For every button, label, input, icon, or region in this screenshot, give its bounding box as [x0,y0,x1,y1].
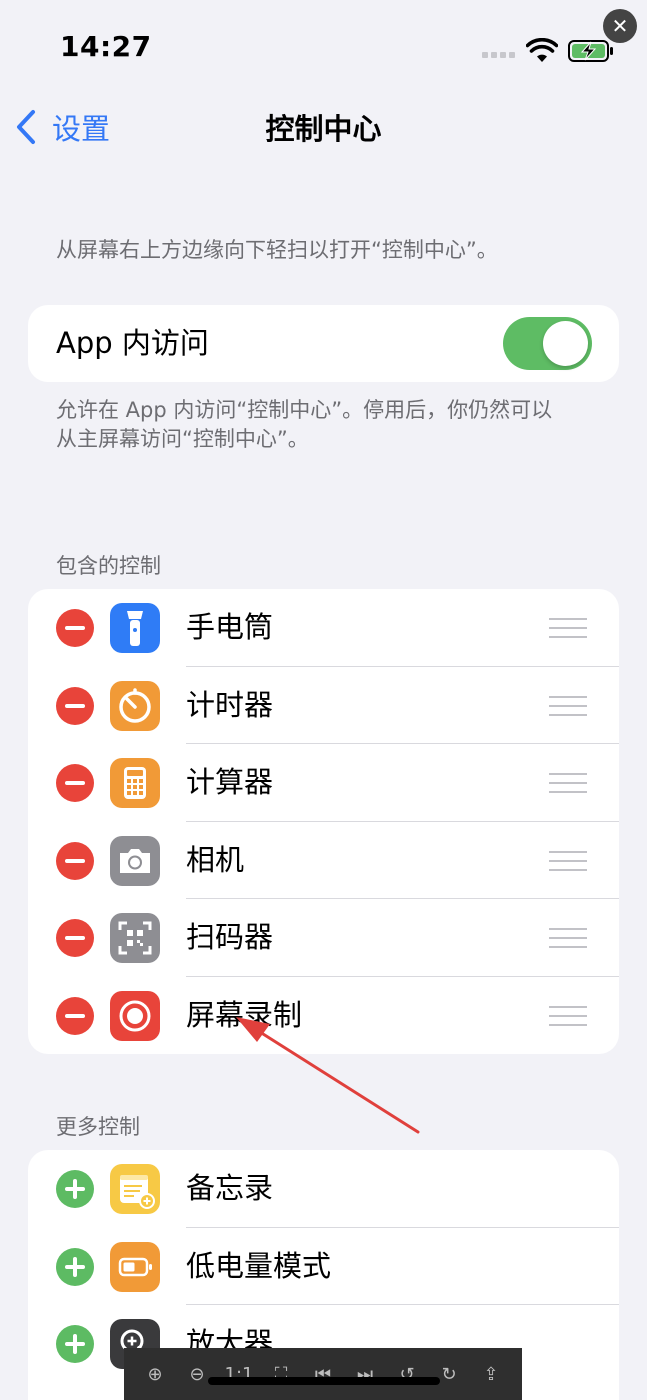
reorder-handle-icon[interactable] [549,928,587,948]
app-access-toggle[interactable] [503,317,592,370]
app-access-label: App 内访问 [56,326,209,360]
list-item: 相机 [28,822,619,899]
item-label: 相机 [186,842,245,877]
screen-record-icon [110,990,160,1041]
control-center-settings-screen: 14:27 ✕ 设置 控制中心 从屏幕右上方边缘向下轻扫以打开“控制中心”。 A… [0,0,647,1400]
toggle-knob [543,321,588,366]
remove-button[interactable] [56,764,94,802]
battery-charging-icon [568,40,613,62]
remove-button[interactable] [56,609,94,647]
list-item: 屏幕录制 [28,977,619,1055]
item-label: 低电量模式 [186,1248,332,1283]
list-item: 计时器 [28,667,619,744]
zoom-out-button[interactable]: ⊖ [182,1359,212,1389]
app-access-footnote-line2: 从主屏幕访问“控制中心”。 [56,427,309,451]
reorder-handle-icon[interactable] [549,695,587,716]
reorder-handle-icon[interactable] [549,618,587,638]
reorder-handle-icon[interactable] [549,1005,587,1026]
list-item: 备忘录 [28,1150,619,1228]
add-button[interactable] [56,1325,94,1363]
item-label: 手电筒 [186,610,274,644]
app-access-footnote-line1: 允许在 App 内访问“控制中心”。停用后，你仍然可以 [56,398,553,422]
add-button[interactable] [56,1247,94,1286]
reorder-handle-icon[interactable] [549,850,587,871]
intro-text: 从屏幕右上方边缘向下轻扫以打开“控制中心”。 [56,238,498,262]
zoom-in-button[interactable]: ⊕ [140,1359,170,1389]
share-button[interactable]: ⇪ [476,1359,506,1389]
list-item: 扫码器 [28,899,619,977]
more-controls-header: 更多控制 [56,1115,140,1139]
flashlight-icon [110,603,160,653]
list-item: 低电量模式 [28,1228,619,1305]
status-time: 14:27 [60,30,152,63]
item-label: 计时器 [186,687,274,722]
item-label: 备忘录 [186,1171,274,1205]
back-button[interactable]: 设置 [14,106,110,148]
cellular-signal-icon [482,52,515,58]
remove-button[interactable] [56,919,94,957]
chevron-left-icon [17,110,35,144]
app-access-card: App 内访问 [28,305,619,382]
add-button[interactable] [56,1170,94,1208]
item-label: 屏幕录制 [186,997,303,1032]
item-label: 扫码器 [186,920,274,954]
low-power-icon [110,1241,160,1292]
item-label: 计算器 [186,765,274,799]
overlay-close-icon[interactable]: ✕ [603,9,637,43]
notes-icon [110,1164,160,1214]
remove-button[interactable] [56,686,94,725]
remove-button[interactable] [56,996,94,1035]
home-indicator[interactable] [208,1377,440,1385]
qr-scanner-icon [110,913,160,963]
wifi-icon [526,38,558,62]
remove-button[interactable] [56,841,94,880]
list-item: 计算器 [28,744,619,822]
rotate-right-button[interactable]: ↻ [434,1359,464,1389]
calculator-icon [110,758,160,808]
image-viewer-toolbar: ⊕ ⊖ 1:1 ⛶ ⏮ ⏭ ↺ ↻ ⇪ [124,1348,522,1400]
reorder-handle-icon[interactable] [549,773,587,793]
timer-icon [110,680,160,731]
camera-icon [110,835,160,886]
included-controls-header: 包含的控制 [56,554,161,578]
back-button-label: 设置 [52,112,111,146]
app-access-footnote: 允许在 App 内访问“控制中心”。停用后，你仍然可以 从主屏幕访问“控制中心”… [56,396,552,454]
list-item: 手电筒 [28,589,619,667]
included-controls-list: 手电筒 计时器 计算器 相机 扫码器 屏幕录制 [28,589,619,1054]
